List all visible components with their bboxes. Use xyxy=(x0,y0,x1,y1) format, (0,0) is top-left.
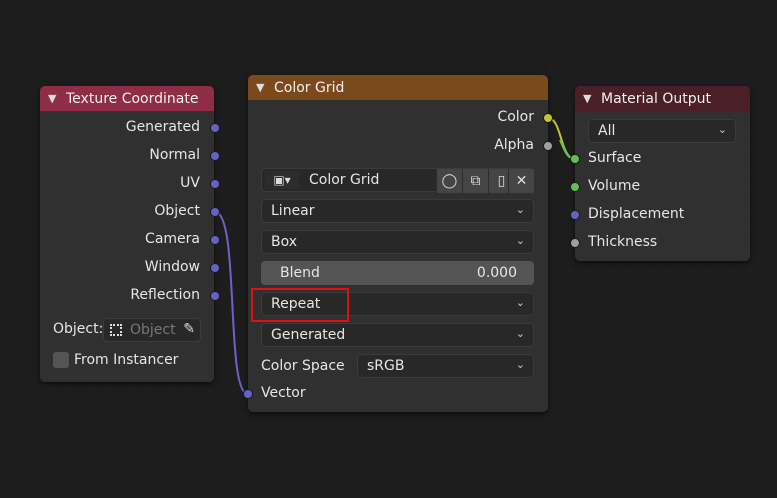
object-placeholder: Object xyxy=(130,322,176,338)
socket-surface[interactable] xyxy=(570,154,580,164)
color-grid-node[interactable]: ▼ Color Grid Color Alpha ▣▾ Color Grid ◯… xyxy=(243,75,553,412)
socket-thickness[interactable] xyxy=(570,238,580,248)
eyedropper-icon[interactable]: ✎ xyxy=(183,321,195,337)
chevron-down-icon: ⌄ xyxy=(515,358,525,371)
chevron-down-icon: ⌄ xyxy=(515,203,525,216)
image-icon[interactable]: ▣▾ xyxy=(265,171,299,189)
interpolation-dropdown[interactable]: Linear ⌄ xyxy=(261,199,534,223)
image-selector[interactable]: ▣▾ Color Grid ◯ ⧉ ▯ ✕ xyxy=(261,168,534,193)
socket-object[interactable] xyxy=(210,207,220,217)
socket-vector[interactable] xyxy=(243,389,253,399)
image-name[interactable]: Color Grid xyxy=(309,172,379,188)
output-uv-label: UV xyxy=(180,175,200,191)
socket-displacement[interactable] xyxy=(570,210,580,220)
output-window-label: Window xyxy=(144,259,200,275)
blend-value: 0.000 xyxy=(476,265,517,281)
socket-window[interactable] xyxy=(210,263,220,273)
link-color-to-surface xyxy=(547,117,576,160)
duplicate-icon[interactable]: ⧉ xyxy=(462,169,488,193)
source-dropdown[interactable]: Generated ⌄ xyxy=(261,323,534,347)
object-icon xyxy=(110,324,122,336)
blend-label: Blend xyxy=(280,265,320,281)
chevron-down-icon: ⌄ xyxy=(515,234,525,247)
input-thickness-label: Thickness xyxy=(588,234,658,250)
socket-normal[interactable] xyxy=(210,151,220,161)
socket-reflection[interactable] xyxy=(210,291,220,301)
color-space-dropdown[interactable]: sRGB ⌄ xyxy=(357,354,534,378)
from-instancer-label: From Instancer xyxy=(74,352,179,368)
from-instancer-checkbox[interactable] xyxy=(53,352,69,368)
node-title: Material Output xyxy=(601,90,711,107)
target-dropdown[interactable]: All ⌄ xyxy=(588,119,736,143)
output-object-label: Object xyxy=(154,203,200,219)
output-alpha-label: Alpha xyxy=(494,137,534,153)
chevron-down-icon: ⌄ xyxy=(717,123,727,136)
projection-value: Box xyxy=(271,234,298,250)
output-color-label: Color xyxy=(497,109,534,125)
output-normal-label: Normal xyxy=(149,147,200,163)
object-picker-field[interactable]: Object ✎ xyxy=(103,318,201,342)
color-grid-header[interactable]: ▼ Color Grid xyxy=(248,75,548,100)
chevron-down-icon: ⌄ xyxy=(515,327,525,340)
node-title: Texture Coordinate xyxy=(66,90,199,107)
output-camera-label: Camera xyxy=(145,231,200,247)
shield-icon[interactable]: ◯ xyxy=(436,169,462,193)
material-output-node[interactable]: ▼ Material Output All ⌄ Surface Volume D… xyxy=(570,86,750,261)
source-value: Generated xyxy=(271,327,346,343)
chevron-down-icon[interactable]: ▼ xyxy=(583,92,597,105)
object-field-label: Object: xyxy=(53,321,104,337)
node-title: Color Grid xyxy=(274,79,345,96)
extension-highlight-box xyxy=(251,288,349,322)
material-output-header[interactable]: ▼ Material Output xyxy=(575,86,750,111)
output-reflection-label: Reflection xyxy=(130,287,200,303)
texture-coordinate-header[interactable]: ▼ Texture Coordinate xyxy=(40,86,214,111)
socket-color[interactable] xyxy=(543,113,553,123)
target-value: All xyxy=(598,123,616,139)
socket-camera[interactable] xyxy=(210,235,220,245)
chevron-down-icon[interactable]: ▼ xyxy=(256,81,270,94)
output-generated-label: Generated xyxy=(125,119,200,135)
input-displacement-label: Displacement xyxy=(588,206,685,222)
chevron-down-icon[interactable]: ▼ xyxy=(48,92,62,105)
socket-uv[interactable] xyxy=(210,179,220,189)
socket-generated[interactable] xyxy=(210,123,220,133)
color-space-value: sRGB xyxy=(367,358,405,374)
input-vector-label: Vector xyxy=(261,385,306,401)
close-icon[interactable]: ✕ xyxy=(508,169,534,193)
input-volume-label: Volume xyxy=(588,178,641,194)
input-surface-label: Surface xyxy=(588,150,642,166)
chevron-down-icon: ⌄ xyxy=(515,296,525,309)
projection-dropdown[interactable]: Box ⌄ xyxy=(261,230,534,254)
interpolation-value: Linear xyxy=(271,203,315,219)
texture-coordinate-node[interactable]: ▼ Texture Coordinate Generated Normal UV… xyxy=(40,86,220,382)
color-space-label: Color Space xyxy=(261,358,345,374)
blend-slider[interactable]: Blend 0.000 xyxy=(261,261,534,285)
socket-alpha[interactable] xyxy=(543,141,553,151)
socket-volume[interactable] xyxy=(570,182,580,192)
